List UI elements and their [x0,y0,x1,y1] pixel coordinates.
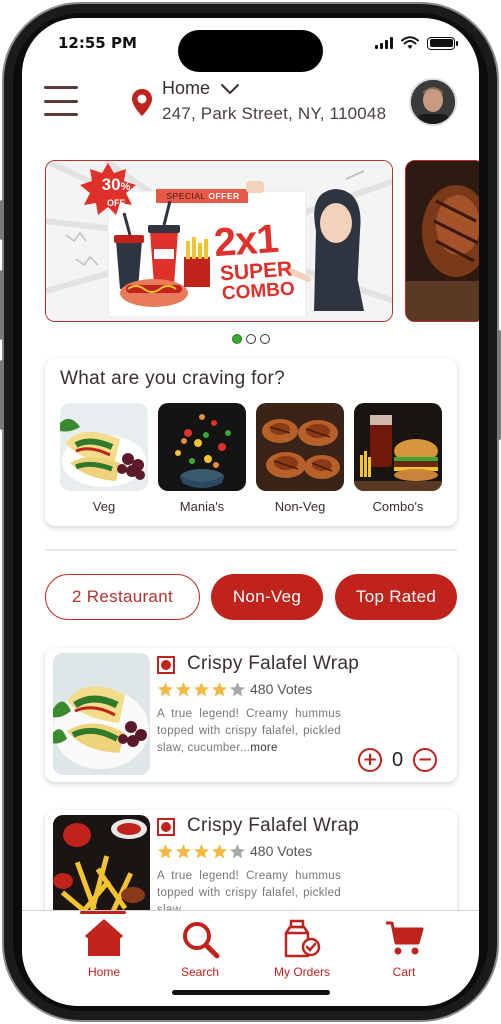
home-icon [85,919,123,956]
nav-cart-label: Cart [392,965,416,979]
food-image [53,653,150,775]
non-veg-indicator-icon [157,818,175,836]
category-label: Combo's [372,499,424,514]
nav-orders-label: My Orders [273,965,330,979]
star-filled-icon [193,682,210,697]
star-filled-icon [175,844,192,859]
falafel-wrap-photo [53,653,150,775]
category-combos[interactable]: Combo's [354,403,442,514]
location-address: 247, Park Street, NY, 110048 [162,104,387,123]
vote-count: 480 Votes [250,681,313,697]
filter-chip-restaurant[interactable]: 2 Restaurant [45,574,200,620]
chevron-down-icon [221,83,240,94]
battery-icon [427,36,458,50]
special-offer-prefix: SPECIAL [166,191,206,201]
nav-home[interactable]: Home [80,919,128,979]
discount-percent: % [120,181,131,193]
craving-title: What are you craving for? [60,368,286,389]
food-description: A true legend! Creamy hummus topped with… [157,706,341,757]
location-title: Home [162,78,211,98]
star-filled-icon [157,682,174,697]
orders-bag-icon [284,919,321,958]
non-veg-indicator-icon [157,656,175,674]
cart-icon [386,921,424,955]
nav-search-label: Search [180,965,220,979]
nav-home-label: Home [87,965,120,979]
filter-chip-non-veg[interactable]: Non-Veg [211,574,323,620]
nav-my-orders[interactable]: My Orders [270,919,334,979]
location-selector[interactable]: Home [162,78,240,99]
star-filled-icon [211,682,228,697]
pager-dot[interactable] [246,334,256,344]
category-image [354,403,442,491]
category-image [158,403,246,491]
food-splash-photo [158,403,246,491]
star-filled-icon [193,844,210,859]
side-button-left-3 [0,360,4,430]
wifi-icon [401,36,419,49]
category-image [256,403,344,491]
wrap-photo [60,403,148,491]
star-empty-icon [229,844,246,859]
category-non-veg[interactable]: Non-Veg [256,403,344,514]
app-screen: 12:55 PM Home 247, Park Street, NY, 1100… [22,18,479,1006]
food-item-card[interactable]: Crispy Falafel Wrap 480 Votes A true leg… [45,648,457,782]
side-button-left-1 [0,200,4,240]
dynamic-island [178,30,323,72]
nav-cart[interactable]: Cart [380,919,428,979]
burger-cola-photo [354,403,442,491]
side-button-left-2 [0,270,4,340]
increase-quantity-button[interactable]: + [358,748,382,772]
craving-card: What are you craving for? Veg Mania's No… [45,358,457,526]
grilled-meat-photo [406,161,479,321]
star-empty-icon [229,682,246,697]
side-button-right [497,330,501,440]
banner-pager[interactable] [232,334,270,344]
nav-search[interactable]: Search [176,919,224,979]
discount-number: 30 [101,175,121,194]
chicken-photo [256,403,344,491]
quantity-value: 0 [392,748,404,771]
special-offer-tag: SPECIAL OFFER [158,191,248,202]
category-image [60,403,148,491]
decrease-quantity-button[interactable]: − [413,748,438,772]
star-filled-icon [175,682,192,697]
category-label: Non-Veg [274,499,326,514]
home-indicator [172,990,330,995]
location-pin-icon [132,89,152,116]
avatar[interactable] [409,78,457,126]
menu-button[interactable] [44,86,78,116]
rating-stars [157,681,246,698]
star-filled-icon [157,844,174,859]
status-time: 12:55 PM [58,34,137,52]
promo-banner-next[interactable] [405,160,479,322]
category-manias[interactable]: Mania's [158,403,246,514]
food-name: Crispy Falafel Wrap [187,653,360,674]
signal-icon [375,37,393,49]
section-divider [45,549,457,551]
status-icons [375,36,458,50]
category-veg[interactable]: Veg [60,403,148,514]
active-tab-indicator [80,911,126,914]
quantity-stepper: + 0 − [358,748,438,772]
filter-chip-top-rated[interactable]: Top Rated [335,574,457,620]
search-icon [183,922,220,959]
special-offer-word: OFFER [208,191,240,201]
food-name: Crispy Falafel Wrap [187,815,360,836]
category-label: Mania's [179,499,225,514]
discount-badge: 30% OFF [90,176,142,209]
description-text: A true legend! Creamy hummus topped with… [157,708,341,754]
rating-stars [157,843,246,860]
profile-photo [411,80,455,124]
more-link[interactable]: more [250,742,277,754]
star-filled-icon [211,844,228,859]
category-label: Veg [92,499,116,514]
vote-count: 480 Votes [250,843,313,859]
pager-dot[interactable] [232,334,242,344]
pager-dot[interactable] [260,334,270,344]
promo-banner[interactable]: 30% OFF SPECIAL OFFER 2x1 SUPER COMBO [45,160,393,322]
discount-label: OFF [107,198,125,208]
